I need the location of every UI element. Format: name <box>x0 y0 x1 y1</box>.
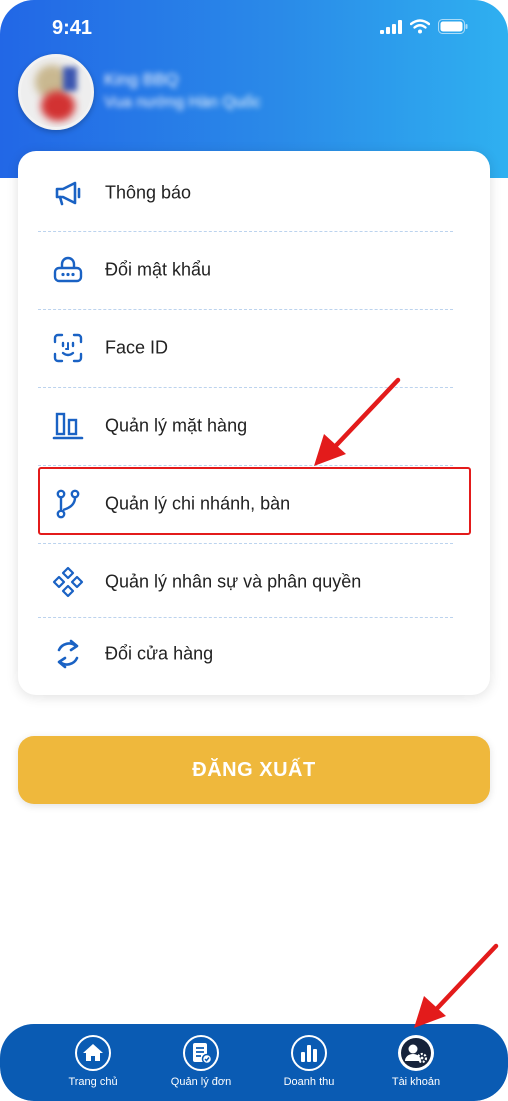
menu-item-label: Quản lý mặt hàng <box>105 415 248 436</box>
nav-label: Doanh thu <box>283 1076 335 1088</box>
menu-item-label: Thông báo <box>105 182 192 203</box>
menu-item-change-password[interactable]: Đổi mật khẩu <box>18 235 490 305</box>
settings-menu-card: Thông báo Đổi mật khẩu Face ID Quản lý m… <box>18 151 490 695</box>
avatar[interactable] <box>18 54 94 130</box>
signal-icon <box>380 19 402 34</box>
refresh-icon <box>57 639 79 669</box>
home-icon <box>75 1035 111 1071</box>
account-icon <box>398 1035 434 1071</box>
logout-button[interactable]: ĐĂNG XUẤT <box>18 736 490 804</box>
menu-item-face-id[interactable]: Face ID <box>18 313 490 383</box>
divider <box>38 231 453 232</box>
battery-icon <box>438 19 468 34</box>
menu-item-notifications[interactable]: Thông báo <box>18 158 490 228</box>
diamond-grid-icon <box>52 566 84 598</box>
menu-item-label: Đổi mật khẩu <box>105 259 212 280</box>
nav-label: Quản lý đơn <box>170 1076 232 1088</box>
nav-item-revenue[interactable]: Doanh thu <box>254 1034 364 1088</box>
highlight-box <box>38 467 471 535</box>
bottom-nav: Trang chủ Quản lý đơn Doanh thu Tài khoả… <box>0 1024 508 1101</box>
annotation-arrow-account <box>414 943 499 1028</box>
nav-label: Tài khoản <box>391 1076 441 1088</box>
user-name: King BBQ <box>104 70 179 89</box>
orders-icon <box>183 1035 219 1071</box>
nav-item-orders[interactable]: Quản lý đơn <box>146 1034 256 1088</box>
revenue-icon <box>291 1035 327 1071</box>
user-store-name: Vua nướng Hàn Quốc <box>104 94 261 111</box>
megaphone-icon <box>55 181 81 206</box>
menu-item-label: Face ID <box>105 337 169 358</box>
nav-item-home[interactable]: Trang chủ <box>38 1034 148 1088</box>
nav-label: Trang chủ <box>68 1076 118 1088</box>
annotation-arrow-menu <box>314 377 401 466</box>
status-bar: 9:41 <box>0 0 508 56</box>
bar-chart-icon <box>52 412 84 440</box>
nav-item-account[interactable]: Tài khoản <box>361 1034 471 1088</box>
divider <box>38 543 453 544</box>
menu-item-label: Quản lý nhân sự và phân quyền <box>105 571 362 592</box>
divider <box>38 309 453 310</box>
status-icons <box>380 19 468 34</box>
wifi-icon <box>410 19 430 34</box>
menu-item-products[interactable]: Quản lý mặt hàng <box>18 391 490 461</box>
status-time: 9:41 <box>52 17 93 39</box>
lock-icon <box>53 256 83 283</box>
menu-item-label: Đổi cửa hàng <box>105 643 214 664</box>
menu-item-switch-store[interactable]: Đổi cửa hàng <box>18 619 490 689</box>
app-screen: 9:41 King BBQ Vua nướng Hàn Quốc Thông b… <box>0 0 508 1101</box>
divider <box>38 617 453 618</box>
face-id-icon <box>53 333 83 363</box>
menu-item-staff-permissions[interactable]: Quản lý nhân sự và phân quyền <box>18 547 490 617</box>
